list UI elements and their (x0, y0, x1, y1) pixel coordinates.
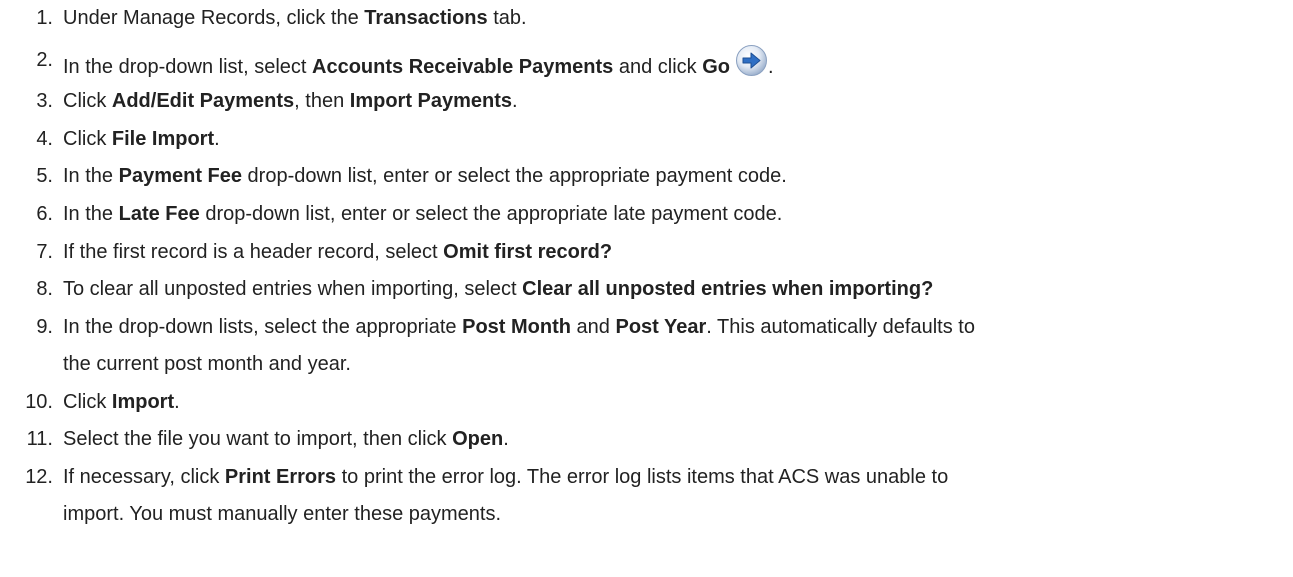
step-ui-term: Open (452, 428, 504, 450)
step-text-part: In the (63, 165, 119, 187)
step-ui-term: Clear all unposted entries when importin… (522, 278, 934, 300)
step-number: 8. (36, 278, 53, 300)
step-number: 9. (36, 316, 53, 338)
step-ui-term: Import (111, 391, 175, 413)
step-ui-term: Post Month (462, 316, 571, 338)
step-text-part: In the (63, 203, 119, 225)
step-text-part: Click (63, 128, 112, 150)
step-ui-term: File Import (111, 128, 215, 150)
step-text-part: . (512, 90, 518, 112)
step-text-part: to print the error log. The error log li… (336, 466, 949, 488)
step-text-part: . (214, 128, 220, 150)
step-text: If necessary, click Print Errors to prin… (63, 461, 1283, 493)
step-text-part: Click (63, 391, 112, 413)
step-text-part: tab. (487, 7, 527, 29)
step-number: 4. (36, 128, 53, 150)
step-number: 11. (26, 428, 53, 450)
step-text-part: Select the file you want to import, then… (63, 428, 453, 450)
step-text: If the first record is a header record, … (63, 236, 1283, 268)
step-text-part: If necessary, click (63, 466, 225, 488)
step-ui-term: Transactions (364, 7, 488, 29)
step-number: 7. (36, 241, 53, 263)
step-number: 1. (36, 7, 53, 29)
step-text-part: To clear all unposted entries when impor… (63, 278, 523, 300)
step-ui-term: Late Fee (118, 203, 200, 225)
step-text-part: . (767, 56, 774, 78)
step-text-part: and (571, 316, 616, 338)
step-ui-term: Add/Edit Payments (111, 90, 295, 112)
step-number: 12. (25, 466, 53, 488)
go-arrow-icon (735, 44, 768, 77)
step-number: 2. (36, 49, 53, 71)
step-ui-term: Omit first record? (443, 241, 613, 263)
step-text: In the drop-down list, select Accounts R… (63, 44, 1283, 83)
step-ui-term: Go (702, 56, 730, 78)
step-text-part: Click (63, 90, 112, 112)
step-text-part: , then (294, 90, 350, 112)
step-ui-term: Print Errors (224, 466, 337, 488)
step-text: In the Payment Fee drop-down list, enter… (63, 160, 1283, 192)
step-text-continuation: the current post month and year. (63, 353, 351, 375)
step-text: Select the file you want to import, then… (63, 423, 1283, 455)
step-number: 3. (36, 90, 53, 112)
step-text: In the drop-down lists, select the appro… (63, 311, 1283, 343)
step-ui-term: Accounts Receivable Payments (312, 56, 614, 78)
step-ui-term: Import Payments (349, 90, 513, 112)
step-number: 5. (36, 165, 53, 187)
step-text-part: and click (613, 56, 703, 78)
step-text-part: drop-down list, enter or select the appr… (199, 203, 783, 225)
step-text: Click Import. (63, 386, 1283, 418)
step-text-continuation: import. You must manually enter these pa… (63, 503, 502, 525)
step-text-part: Under Manage Records, click the (63, 7, 365, 29)
step-text-part: . This automatically defaults to (706, 316, 975, 338)
step-text-part: drop-down list, enter or select the appr… (242, 165, 787, 187)
step-text: Click Add/Edit Payments, then Import Pay… (63, 85, 1283, 117)
step-number: 6. (36, 203, 53, 225)
step-text-part: In the drop-down list, select (63, 56, 313, 78)
step-text-part: . (174, 391, 180, 413)
step-text-part: If the first record is a header record, … (63, 241, 444, 263)
step-text: In the Late Fee drop-down list, enter or… (63, 198, 1283, 230)
step-text: Click File Import. (63, 123, 1283, 155)
step-number: 10. (25, 391, 53, 413)
step-text: To clear all unposted entries when impor… (63, 273, 1283, 305)
step-text-part: In the drop-down lists, select the appro… (63, 316, 463, 338)
step-text: Under Manage Records, click the Transact… (63, 2, 1283, 34)
step-text-part: . (503, 428, 509, 450)
step-ui-term: Post Year (615, 316, 707, 338)
step-ui-term: Payment Fee (118, 165, 242, 187)
